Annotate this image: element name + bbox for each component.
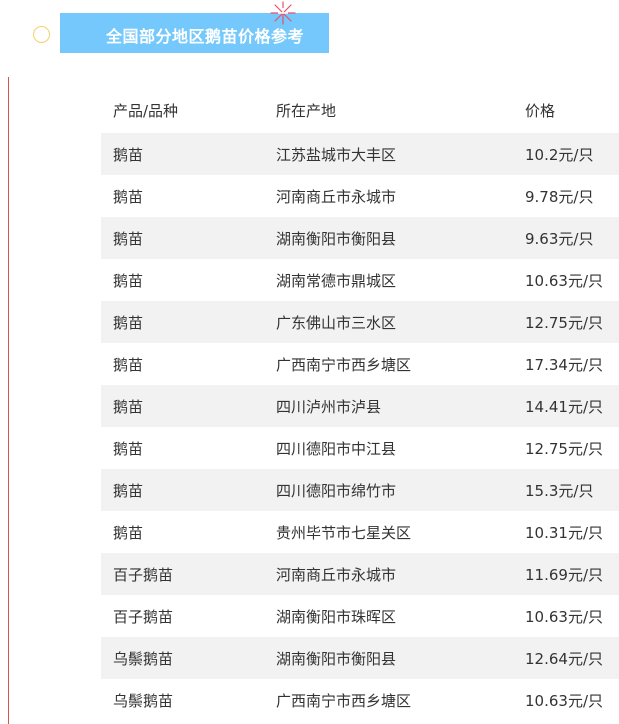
cell-product: 鹅苗 xyxy=(113,523,144,542)
cell-price: 10.63元/只 xyxy=(525,691,603,710)
cell-price: 12.64元/只 xyxy=(525,649,603,668)
article-page: 全国部分地区鹅苗价格参考 产品/品种 所在产地 价格 鹅苗 江苏盐城市大丰区 10.… xyxy=(0,0,619,724)
table-row: 鹅苗 四川泸州市泸县 14.41元/只 xyxy=(101,385,619,427)
cell-origin: 江苏盐城市大丰区 xyxy=(276,145,397,164)
cell-price: 12.75元/只 xyxy=(525,313,603,332)
cell-price: 9.63元/只 xyxy=(525,229,594,248)
header-price: 价格 xyxy=(525,101,556,120)
circle-decoration xyxy=(33,26,50,43)
cell-product: 鹅苗 xyxy=(113,313,144,332)
table-row: 鹅苗 湖南衡阳市衡阳县 9.63元/只 xyxy=(101,217,619,259)
cell-origin: 广东佛山市三水区 xyxy=(276,313,397,332)
cell-price: 10.31元/只 xyxy=(525,523,603,542)
cell-origin: 湖南衡阳市衡阳县 xyxy=(276,649,397,668)
table-row: 鹅苗 贵州毕节市七星关区 10.31元/只 xyxy=(101,511,619,553)
table-row: 百子鹅苗 河南商丘市永城市 11.69元/只 xyxy=(101,553,619,595)
table-row: 鹅苗 四川德阳市绵竹市 15.3元/只 xyxy=(101,469,619,511)
cell-price: 15.3元/只 xyxy=(525,481,594,500)
cell-origin: 湖南衡阳市衡阳县 xyxy=(276,229,397,248)
cell-origin: 湖南常德市鼎城区 xyxy=(276,271,397,290)
cell-origin: 河南商丘市永城市 xyxy=(276,187,397,206)
cell-origin: 河南商丘市永城市 xyxy=(276,565,397,584)
cell-product: 鹅苗 xyxy=(113,187,144,206)
table-row: 乌鬃鹅苗 湖南衡阳市衡阳县 12.64元/只 xyxy=(101,637,619,679)
cell-price: 14.41元/只 xyxy=(525,397,603,416)
cell-product: 鹅苗 xyxy=(113,481,144,500)
cell-price: 10.63元/只 xyxy=(525,271,603,290)
cell-price: 10.2元/只 xyxy=(525,145,594,164)
cell-origin: 贵州毕节市七星关区 xyxy=(276,523,412,542)
table-row: 鹅苗 河南商丘市永城市 9.78元/只 xyxy=(101,175,619,217)
table-header: 产品/品种 所在产地 价格 xyxy=(101,87,619,133)
cell-product: 鹅苗 xyxy=(113,271,144,290)
left-rule xyxy=(8,77,9,724)
cell-origin: 四川德阳市绵竹市 xyxy=(276,481,397,500)
cell-product: 鹅苗 xyxy=(113,439,144,458)
cell-product: 鹅苗 xyxy=(113,145,144,164)
cell-origin: 湖南衡阳市珠晖区 xyxy=(276,607,397,626)
cell-origin: 广西南宁市西乡塘区 xyxy=(276,691,412,710)
cell-product: 乌鬃鹅苗 xyxy=(113,691,174,710)
table-row: 鹅苗 江苏盐城市大丰区 10.2元/只 xyxy=(101,133,619,175)
cell-price: 12.75元/只 xyxy=(525,439,603,458)
cell-product: 鹅苗 xyxy=(113,229,144,248)
cell-product: 百子鹅苗 xyxy=(113,607,174,626)
table-row: 鹅苗 广东佛山市三水区 12.75元/只 xyxy=(101,301,619,343)
cell-product: 鹅苗 xyxy=(113,397,144,416)
header-product: 产品/品种 xyxy=(113,101,179,120)
cell-price: 10.63元/只 xyxy=(525,607,603,626)
cell-origin: 广西南宁市西乡塘区 xyxy=(276,355,412,374)
table-row: 鹅苗 湖南常德市鼎城区 10.63元/只 xyxy=(101,259,619,301)
cell-price: 11.69元/只 xyxy=(525,565,603,584)
cell-price: 17.34元/只 xyxy=(525,355,603,374)
price-table: 产品/品种 所在产地 价格 鹅苗 江苏盐城市大丰区 10.2元/只 鹅苗 河南商丘市永城… xyxy=(101,87,619,721)
table-row: 乌鬃鹅苗 广西南宁市西乡塘区 10.63元/只 xyxy=(101,679,619,721)
cell-product: 鹅苗 xyxy=(113,355,144,374)
cell-product: 乌鬃鹅苗 xyxy=(113,649,174,668)
table-body: 鹅苗 江苏盐城市大丰区 10.2元/只 鹅苗 河南商丘市永城市 9.78元/只 鹅苗 湖南衡阳… xyxy=(101,133,619,721)
section-title: 全国部分地区鹅苗价格参考 xyxy=(106,27,305,46)
table-row: 鹅苗 广西南宁市西乡塘区 17.34元/只 xyxy=(101,343,619,385)
table-row: 百子鹅苗 湖南衡阳市珠晖区 10.63元/只 xyxy=(101,595,619,637)
cell-origin: 四川德阳市中江县 xyxy=(276,439,397,458)
cell-origin: 四川泸州市泸县 xyxy=(276,397,382,416)
cell-price: 9.78元/只 xyxy=(525,187,594,206)
table-row: 鹅苗 四川德阳市中江县 12.75元/只 xyxy=(101,427,619,469)
cell-product: 百子鹅苗 xyxy=(113,565,174,584)
header-origin: 所在产地 xyxy=(276,101,337,120)
firework-icon xyxy=(270,1,296,25)
